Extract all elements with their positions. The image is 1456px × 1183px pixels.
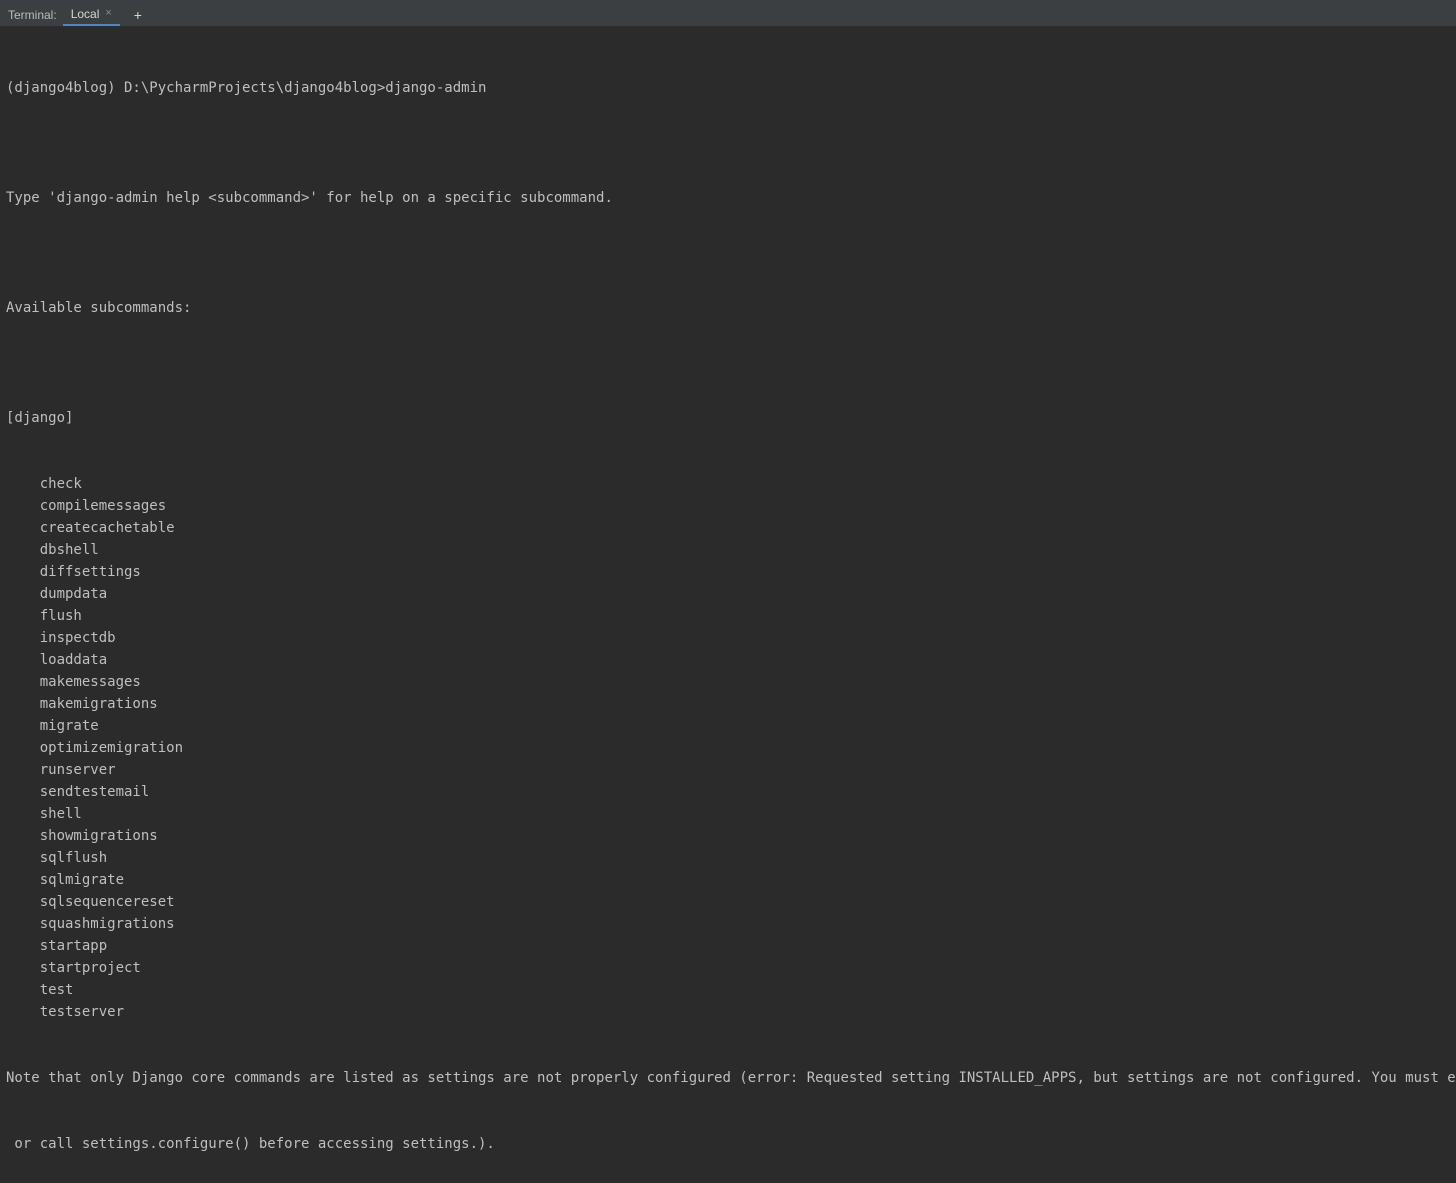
terminal-subcommand: dumpdata [6,583,1450,605]
terminal-subcommand: makemigrations [6,693,1450,715]
terminal-subcommand-list: check compilemessages createcachetable d… [6,473,1450,1023]
close-icon[interactable]: × [105,8,111,19]
terminal-subcommand: flush [6,605,1450,627]
terminal-prompt-line: (django4blog) D:\PycharmProjects\django4… [6,77,1450,99]
terminal-note-line1: Note that only Django core commands are … [6,1067,1450,1089]
plus-icon: + [134,7,142,23]
terminal-subcommand: startapp [6,935,1450,957]
terminal-subcommand: sendtestemail [6,781,1450,803]
terminal-subcommand: inspectdb [6,627,1450,649]
terminal-subcommand: shell [6,803,1450,825]
terminal-subcommand: runserver [6,759,1450,781]
terminal-subcommand: check [6,473,1450,495]
terminal-subcommand: sqlmigrate [6,869,1450,891]
terminal-subcommand: testserver [6,1001,1450,1023]
terminal-subcommand: sqlsequencereset [6,891,1450,913]
terminal-subcommand: loaddata [6,649,1450,671]
add-terminal-tab-button[interactable]: + [126,3,150,26]
terminal-subcommand: compilemessages [6,495,1450,517]
terminal-subcommand: squashmigrations [6,913,1450,935]
terminal-subcommand: showmigrations [6,825,1450,847]
terminal-subcommand: optimizemigration [6,737,1450,759]
terminal-available-line: Available subcommands: [6,297,1450,319]
terminal-subcommand: dbshell [6,539,1450,561]
terminal-subcommand: makemessages [6,671,1450,693]
terminal-help-line: Type 'django-admin help <subcommand>' fo… [6,187,1450,209]
terminal-subcommand: createcachetable [6,517,1450,539]
terminal-subcommand: migrate [6,715,1450,737]
terminal-tab-bar: Terminal: Local × + [0,3,1456,27]
terminal-note-line2: or call settings.configure() before acce… [6,1133,1450,1155]
terminal-tab-label: Local [71,7,100,21]
terminal-panel-label: Terminal: [8,8,57,22]
terminal-subcommand: diffsettings [6,561,1450,583]
terminal-tab-local[interactable]: Local × [63,3,120,26]
terminal-subcommand: startproject [6,957,1450,979]
terminal-output[interactable]: (django4blog) D:\PycharmProjects\django4… [0,27,1456,1183]
terminal-section-header: [django] [6,407,1450,429]
terminal-subcommand: sqlflush [6,847,1450,869]
terminal-subcommand: test [6,979,1450,1001]
